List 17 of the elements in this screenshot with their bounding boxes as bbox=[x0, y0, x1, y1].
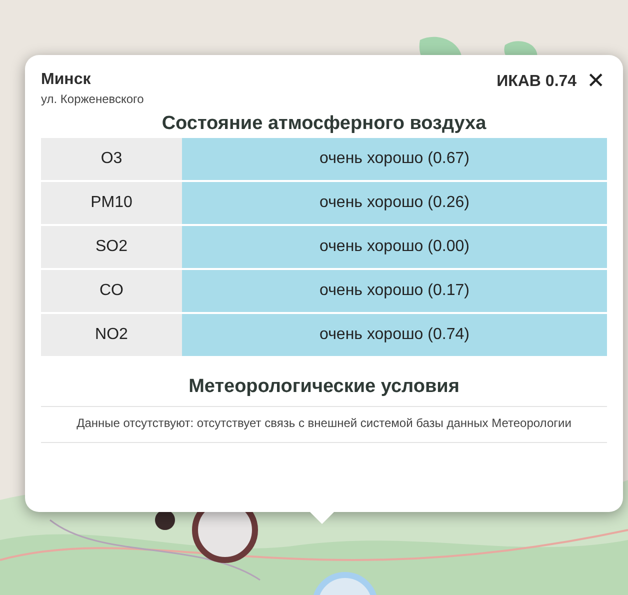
table-cell: очень хорошо (0.00) bbox=[182, 226, 607, 268]
table-cell: PM10 bbox=[41, 182, 182, 224]
table-cell: очень хорошо (0.74) bbox=[182, 314, 607, 356]
table-cell: очень хорошо (0.26) bbox=[182, 182, 607, 224]
street-name: ул. Корженевского bbox=[41, 92, 144, 106]
section-title: Состояние атмосферного воздуха bbox=[160, 113, 488, 136]
table-cell: NO2 bbox=[41, 314, 182, 356]
table-cell: O3 bbox=[41, 138, 182, 180]
table-cell: очень хорошо (0.17) bbox=[182, 270, 607, 312]
table-cell: SO2 bbox=[41, 226, 182, 268]
section-title: Метеорологические условия bbox=[41, 376, 607, 407]
table-cell: CO bbox=[41, 270, 182, 312]
status-message: Данные отсутствуют: отсутствует связь с внешней системой базы данных Метеорологии bbox=[41, 407, 607, 443]
close-button[interactable]: ✕ bbox=[584, 71, 607, 93]
air-index: ИКАВ 0.74 bbox=[496, 73, 577, 91]
city-name: Минск bbox=[41, 71, 92, 89]
table-cell: очень хорошо (0.67) bbox=[182, 138, 607, 180]
